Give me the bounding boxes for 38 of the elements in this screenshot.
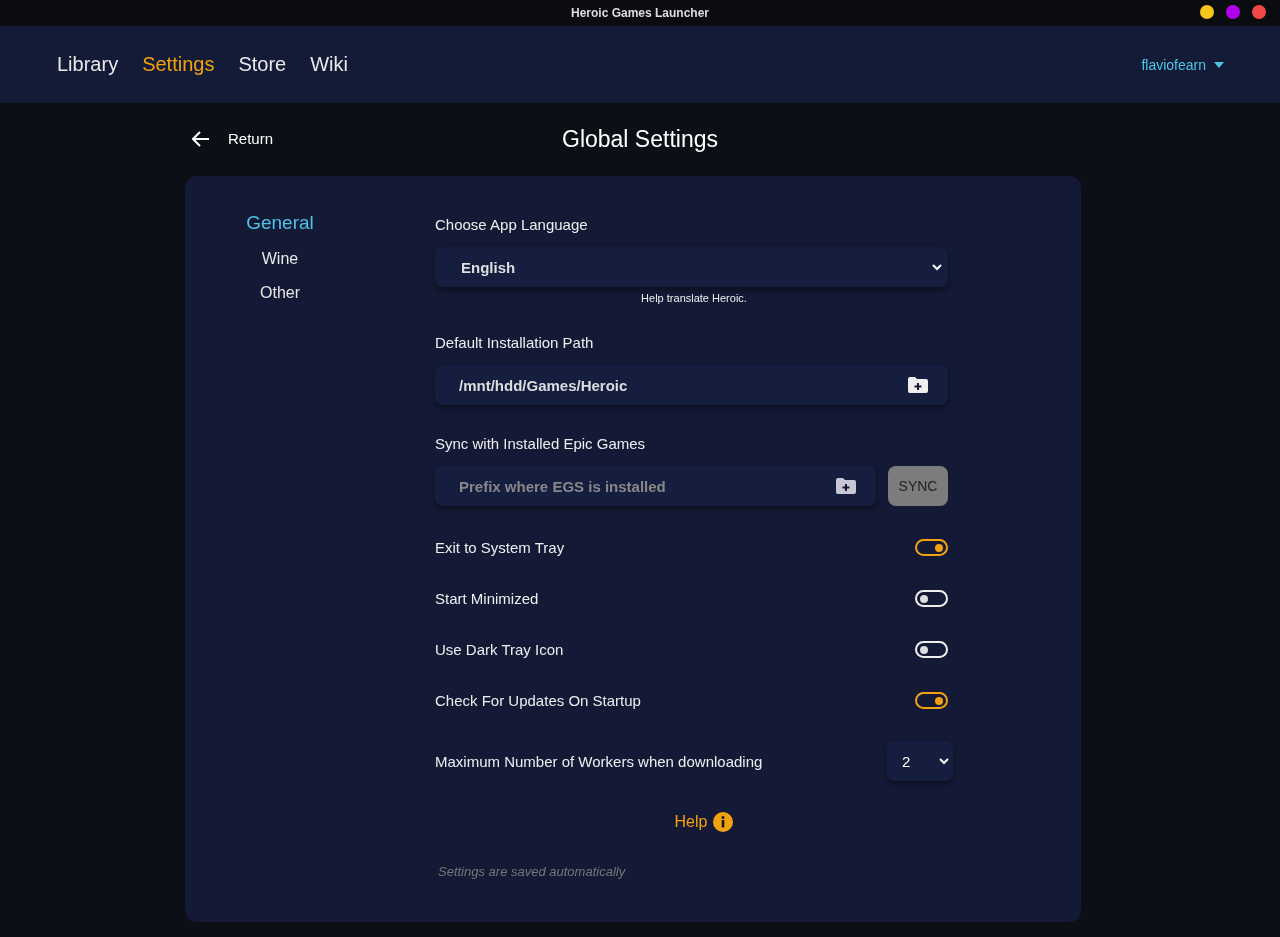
field-label: Default Installation Path: [435, 334, 595, 351]
nav-link[interactable]: Wiki: [310, 53, 348, 76]
toggle-label: Maximum Number of Workers when downloading: [435, 752, 763, 770]
nav-link[interactable]: Store: [238, 53, 287, 76]
field-label: Choose App Language: [435, 216, 589, 233]
autosave-note: Settings are saved automatically: [438, 864, 627, 879]
workers-select[interactable]: 2: [887, 741, 953, 781]
toggle-label: Use Dark Tray Icon: [435, 641, 564, 658]
user-menu[interactable]: flaviofearn: [1141, 56, 1206, 73]
egs-prefix-field[interactable]: Prefix where EGS is installed: [435, 466, 876, 506]
chevron-down-icon: [939, 757, 949, 765]
return-link[interactable]: Return: [228, 130, 274, 147]
toggle-label: Check For Updates On Startup: [435, 692, 641, 709]
nav-link[interactable]: Settings: [142, 53, 215, 76]
toggle-switch[interactable]: [915, 539, 948, 556]
chevron-down-icon: [932, 263, 942, 271]
sidebar-item[interactable]: General: [246, 212, 314, 234]
window-control-button[interactable]: [1252, 5, 1266, 19]
install-path-field[interactable]: /mnt/hdd/Games/Heroic: [435, 365, 948, 405]
caret-icon: [1214, 61, 1224, 68]
help-translate-link[interactable]: Help translate Heroic.: [641, 292, 747, 304]
toggle-label: Exit to System Tray: [435, 539, 565, 556]
sync-button[interactable]: SYNC: [888, 466, 948, 506]
info-icon[interactable]: [713, 812, 734, 832]
folder-plus-icon[interactable]: [836, 478, 856, 494]
toggle-label: Start Minimized: [435, 590, 539, 607]
window-control-button[interactable]: [1200, 5, 1214, 19]
language-select[interactable]: English: [435, 247, 948, 287]
folder-plus-icon[interactable]: [908, 377, 928, 393]
toggle-switch[interactable]: [915, 692, 948, 709]
sidebar-item[interactable]: Wine: [261, 250, 299, 268]
field-label: Sync with Installed Epic Games: [435, 435, 647, 452]
help-link[interactable]: Help: [674, 813, 708, 831]
back-arrow-icon[interactable]: [192, 130, 210, 147]
nav-link[interactable]: Library: [57, 53, 119, 76]
sidebar-item[interactable]: Other: [260, 284, 300, 302]
window-title: Heroic Games Launcher: [570, 6, 710, 20]
page-title: Global Settings: [562, 126, 718, 153]
